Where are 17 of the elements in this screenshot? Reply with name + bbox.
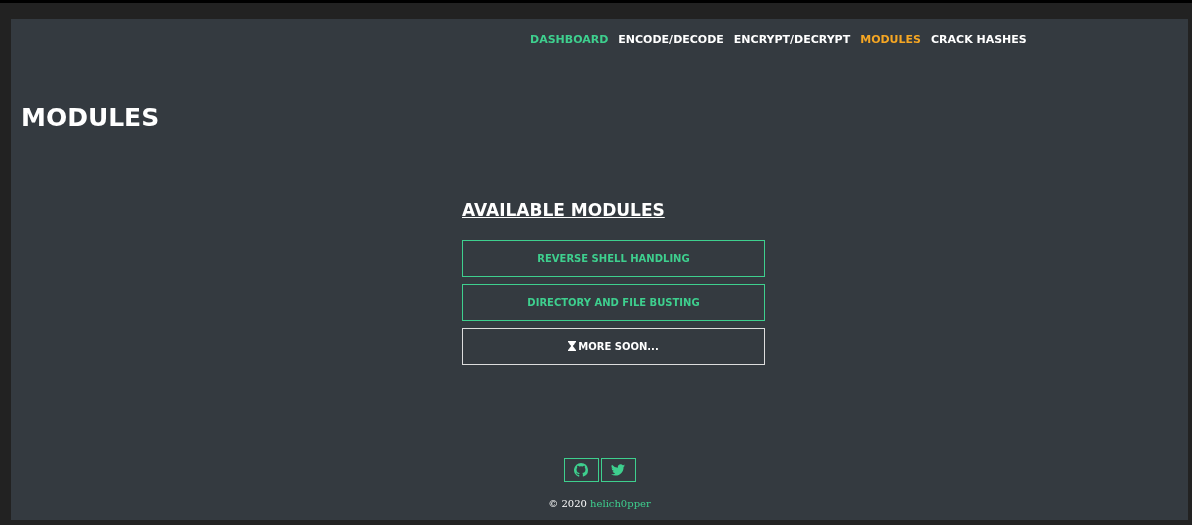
copyright-text: © 2020 helich0pper [548,496,651,511]
page-title: MODULES [21,101,160,134]
module-button[interactable]: DIRECTORY AND FILE BUSTING [462,283,765,321]
github-icon [574,462,588,477]
twitter-link[interactable] [600,457,636,482]
more-soon-button[interactable]: MORE SOON... [462,327,765,365]
nav-link[interactable]: ENCRYPT/DECRYPT [733,32,851,49]
author-link[interactable]: helich0pper [590,497,651,509]
section-title: AVAILABLE MODULES [462,199,665,222]
module-button[interactable]: REVERSE SHELL HANDLING [462,239,765,277]
hourglass-icon [568,341,577,351]
nav-link[interactable]: MODULES [860,32,921,49]
nav-link[interactable]: ENCODE/DECODE [618,32,724,49]
nav-link[interactable]: CRACK HASHES [931,32,1027,49]
nav-link[interactable]: DASHBOARD [530,32,609,49]
github-link[interactable] [563,457,599,482]
bird-icon [611,463,625,476]
